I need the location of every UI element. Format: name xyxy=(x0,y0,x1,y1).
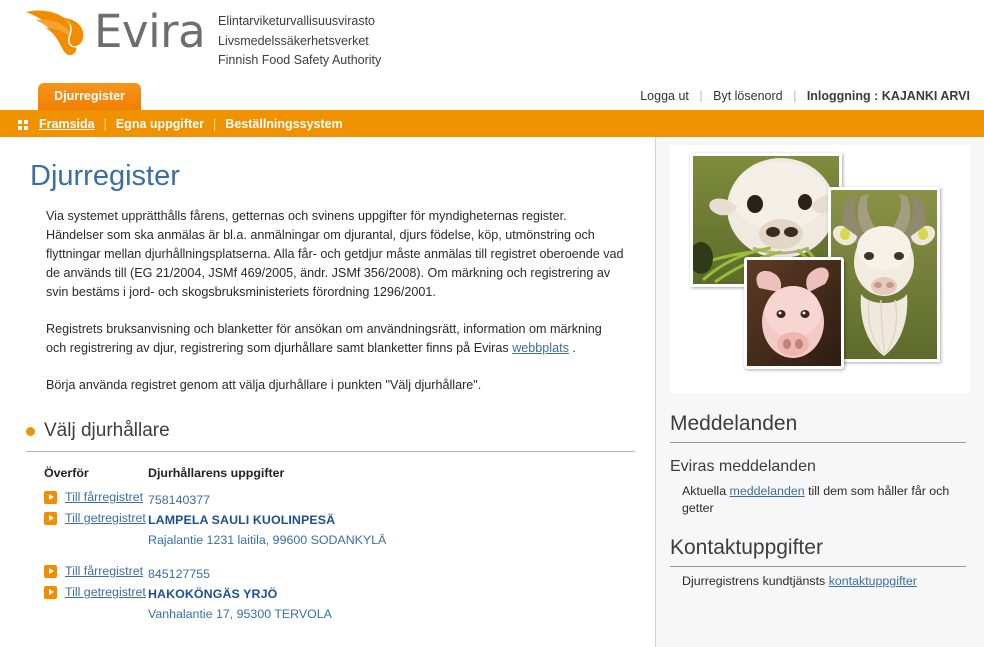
section-header-valj-djurhallare: Välj djurhållare xyxy=(26,419,655,443)
goat-photo xyxy=(828,187,940,362)
messages-text: Aktuella meddelanden till dem som håller… xyxy=(682,483,966,517)
messages-heading: Meddelanden xyxy=(670,412,798,435)
nav-separator-1: | xyxy=(103,116,107,131)
grid-dots-icon xyxy=(18,119,30,131)
link-separator-2: | xyxy=(793,89,797,103)
arrow-right-icon xyxy=(44,565,57,578)
main-content: Djurregister Via systemet upprätthålls f… xyxy=(0,137,655,647)
primary-navigation: Framsida | Egna uppgifter | Beställnings… xyxy=(0,110,984,137)
page-title: Djurregister xyxy=(30,160,180,192)
holder-address: Vanhalantie 17, 95300 TERVOLA xyxy=(148,607,332,621)
user-links: Logga ut | Byt lösenord | Inloggning : K… xyxy=(640,89,970,103)
org-name-sv: Livsmedelssäkerhetsverket xyxy=(218,33,369,48)
table-header: Överför Djurhållarens uppgifter xyxy=(0,462,655,490)
messages-section: Meddelanden Eviras meddelanden Aktuella … xyxy=(656,411,984,517)
link-separator-1: | xyxy=(699,89,703,103)
evira-wordmark: Evira xyxy=(94,5,206,58)
evira-leaf-logo-icon xyxy=(22,6,92,58)
bullet-dot-icon xyxy=(26,426,35,436)
nav-item-bestallningssystem[interactable]: Beställningssystem xyxy=(225,117,342,131)
holder-details-cell: 758140377 LAMPELA SAULI KUOLINPESÄ Rajal… xyxy=(148,490,655,564)
nav-item-framsida[interactable]: Framsida xyxy=(39,117,95,131)
meddelanden-link[interactable]: meddelanden xyxy=(730,484,805,498)
pig-photo xyxy=(744,257,844,369)
animal-photo-collage xyxy=(670,145,970,393)
kontaktuppgifter-link[interactable]: kontaktuppgifter xyxy=(829,574,917,588)
page-body: Djurregister Via systemet upprätthålls f… xyxy=(0,137,984,647)
table-body: Till fårregistret Till getregistret 7581… xyxy=(0,490,655,638)
logged-in-user: Inloggning : KAJANKI ARVI xyxy=(806,89,970,103)
intro-paragraph-3: Börja använda registret genom att välja … xyxy=(46,378,482,392)
messages-text-before: Aktuella xyxy=(682,484,730,498)
webbplats-link[interactable]: webbplats xyxy=(512,341,569,355)
org-name-fi: Elintarviketurvallisuusvirasto xyxy=(218,14,376,28)
intro-paragraph-1: Via systemet upprätthålls fårens, getter… xyxy=(46,209,624,299)
section-divider xyxy=(26,451,635,452)
animal-holders-table: Överför Djurhållarens uppgifter Till får… xyxy=(0,462,655,638)
holder-details-cell: 845127755 HAKOKÖNGÄS YRJÖ Vanhalantie 17… xyxy=(148,564,655,638)
transfer-links-cell: Till fårregistret Till getregistret xyxy=(0,564,148,638)
link-label: Till getregistret xyxy=(65,585,146,599)
messages-divider xyxy=(670,442,966,443)
column-header-overfor: Överför xyxy=(44,466,89,480)
org-name-en: Finnish Food Safety Authority xyxy=(218,53,382,67)
site-header: Evira Elintarviketurvallisuusvirasto Liv… xyxy=(0,0,984,110)
table-header-row: Överför Djurhållarens uppgifter xyxy=(0,462,655,490)
sidebar: Meddelanden Eviras meddelanden Aktuella … xyxy=(655,137,984,647)
evira-logo[interactable]: Evira xyxy=(22,5,206,58)
link-till-farregistret[interactable]: Till fårregistret xyxy=(44,490,148,505)
link-label: Till getregistret xyxy=(65,511,146,525)
transfer-links-cell: Till fårregistret Till getregistret xyxy=(0,490,148,564)
page-root: Evira Elintarviketurvallisuusvirasto Liv… xyxy=(0,0,984,647)
arrow-right-icon xyxy=(44,512,57,525)
contacts-text: Djurregistrens kundtjänsts kontaktuppgif… xyxy=(682,573,966,590)
contacts-heading: Kontaktuppgifter xyxy=(670,536,823,559)
nav-item-egna-uppgifter[interactable]: Egna uppgifter xyxy=(116,117,204,131)
table-row: Till fårregistret Till getregistret 7581… xyxy=(0,490,655,564)
link-till-getregistret[interactable]: Till getregistret xyxy=(44,585,148,600)
holder-name: HAKOKÖNGÄS YRJÖ xyxy=(148,587,278,601)
organisation-names: Elintarviketurvallisuusvirasto Livsmedel… xyxy=(218,12,381,71)
intro-text: Via systemet upprätthålls fårens, getter… xyxy=(46,207,625,395)
holder-name: LAMPELA SAULI KUOLINPESÄ xyxy=(148,513,336,527)
link-label: Till fårregistret xyxy=(65,564,144,578)
logout-link[interactable]: Logga ut xyxy=(640,89,689,103)
contacts-divider xyxy=(670,566,966,567)
link-till-farregistret[interactable]: Till fårregistret xyxy=(44,564,148,579)
contacts-text-before: Djurregistrens kundtjänsts xyxy=(682,574,829,588)
contacts-section: Kontaktuppgifter Djurregistrens kundtjän… xyxy=(656,535,984,590)
table-row: Till fårregistret Till getregistret 8451… xyxy=(0,564,655,638)
arrow-right-icon xyxy=(44,491,57,504)
messages-subheading: Eviras meddelanden xyxy=(670,458,816,475)
column-header-djurhallarens-uppgifter: Djurhållarens uppgifter xyxy=(148,466,285,480)
intro-paragraph-2: Registrets bruksanvisning och blanketter… xyxy=(46,320,625,358)
link-till-getregistret[interactable]: Till getregistret xyxy=(44,511,148,526)
holder-id: 845127755 xyxy=(148,567,211,581)
arrow-right-icon xyxy=(44,586,57,599)
link-label: Till fårregistret xyxy=(65,490,144,504)
nav-separator-2: | xyxy=(213,116,217,131)
section-title: Välj djurhållare xyxy=(44,420,170,441)
holder-address: Rajalantie 1231 laitila, 99600 SODANKYLÄ xyxy=(148,533,387,547)
change-password-link[interactable]: Byt lösenord xyxy=(713,89,782,103)
holder-id: 758140377 xyxy=(148,493,211,507)
tab-djurregister[interactable]: Djurregister xyxy=(38,83,141,110)
intro-p2-after: . xyxy=(568,341,576,355)
